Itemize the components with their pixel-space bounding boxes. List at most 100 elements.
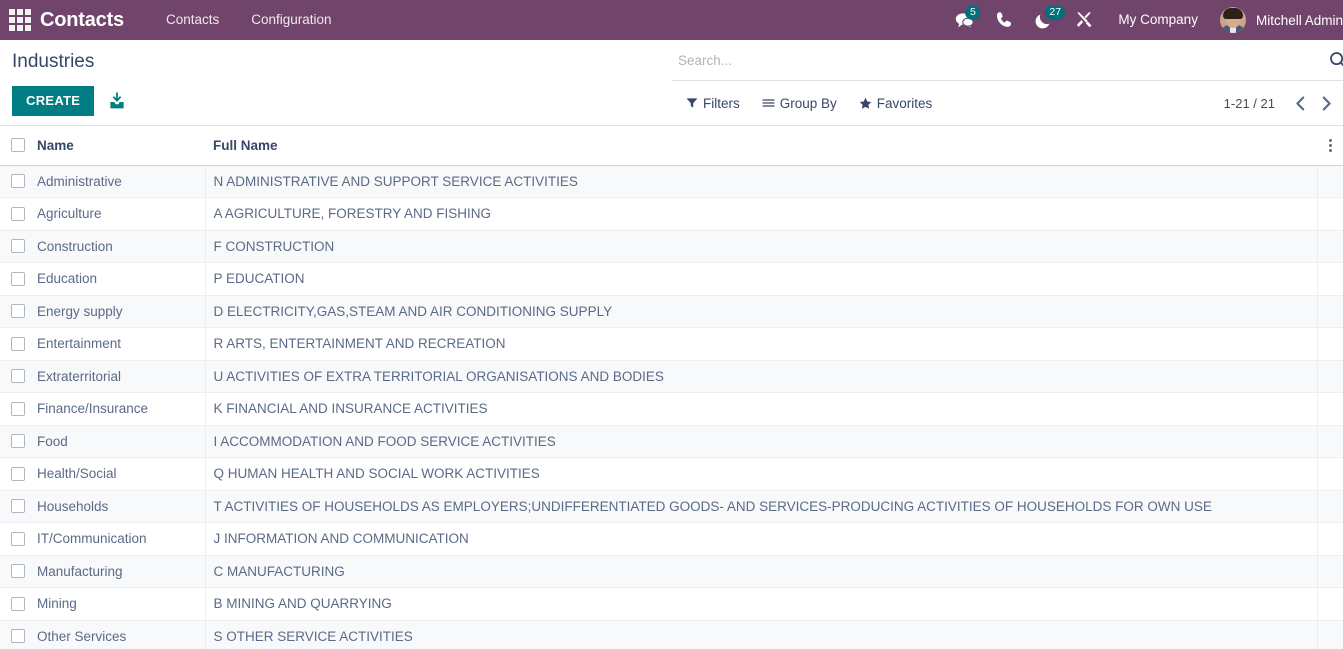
table-row[interactable]: Mining B MINING AND QUARRYING (0, 587, 1343, 621)
cell-name[interactable]: Administrative (37, 165, 206, 198)
control-panel-left: Industries CREATE (12, 40, 127, 116)
user-menu[interactable]: Mitchell Admin (1212, 7, 1343, 33)
table-row[interactable]: Energy supply D ELECTRICITY,GAS,STEAM AND… (0, 295, 1343, 328)
cell-full-name[interactable]: F CONSTRUCTION (205, 230, 1318, 263)
table-row[interactable]: IT/Communication J INFORMATION AND COMMUN… (0, 522, 1343, 556)
cell-spacer (1317, 360, 1343, 393)
row-checkbox[interactable] (11, 271, 25, 286)
app-brand-contacts[interactable]: Contacts (40, 9, 124, 32)
table-row[interactable]: Construction F CONSTRUCTION (0, 230, 1343, 263)
create-button[interactable]: CREATE (12, 86, 95, 116)
cell-full-name[interactable]: I ACCOMMODATION AND FOOD SERVICE ACTIVIT… (205, 425, 1318, 458)
search-input[interactable] (676, 52, 1329, 68)
menu-contacts[interactable]: Contacts (150, 0, 235, 40)
user-name: Mitchell Admin (1255, 12, 1343, 28)
import-icon[interactable] (108, 92, 127, 111)
messages-icon[interactable]: 5 (944, 0, 984, 40)
row-checkbox[interactable] (11, 434, 25, 449)
table-row[interactable]: Finance/Insurance K FINANCIAL AND INSURAN… (0, 392, 1343, 426)
cell-name[interactable]: Manufacturing (37, 555, 206, 588)
row-select-cell (0, 522, 37, 556)
table-row[interactable]: Administrative N ADMINISTRATIVE AND SUPPO… (0, 165, 1343, 198)
row-checkbox[interactable] (11, 531, 25, 546)
cell-full-name[interactable]: B MINING AND QUARRYING (205, 587, 1318, 621)
row-checkbox[interactable] (11, 369, 25, 384)
cell-full-name[interactable]: Q HUMAN HEALTH AND SOCIAL WORK ACTIVITIE… (205, 457, 1318, 491)
row-checkbox[interactable] (11, 174, 25, 189)
row-checkbox[interactable] (11, 629, 25, 644)
row-select-cell (0, 262, 37, 296)
pager-value[interactable]: 1-21 / 21 (1224, 96, 1275, 111)
table-row[interactable]: Education P EDUCATION (0, 262, 1343, 296)
column-header-full-name[interactable]: Full Name (205, 126, 1317, 166)
cell-name[interactable]: Other Services (37, 620, 206, 649)
pager-next-button[interactable] (1313, 90, 1339, 116)
cell-full-name[interactable]: K FINANCIAL AND INSURANCE ACTIVITIES (205, 392, 1318, 426)
cell-name[interactable]: Entertainment (37, 327, 206, 361)
cell-name[interactable]: Construction (37, 230, 206, 263)
table-row[interactable]: Households T ACTIVITIES OF HOUSEHOLDS AS … (0, 490, 1343, 523)
row-checkbox[interactable] (11, 401, 25, 416)
breadcrumb: Industries (12, 51, 95, 72)
cell-name[interactable]: Energy supply (37, 295, 206, 328)
favorites-button[interactable]: Favorites (859, 96, 932, 111)
activities-badge: 27 (1045, 5, 1066, 20)
table-row[interactable]: Other Services S OTHER SERVICE ACTIVITIES (0, 620, 1343, 649)
cell-full-name[interactable]: J INFORMATION AND COMMUNICATION (205, 522, 1318, 556)
row-checkbox[interactable] (11, 239, 25, 254)
select-all-checkbox[interactable] (11, 138, 25, 153)
cell-full-name[interactable]: A AGRICULTURE, FORESTRY AND FISHING (205, 197, 1318, 231)
cell-name[interactable]: IT/Communication (37, 522, 206, 556)
cell-name[interactable]: Mining (37, 587, 206, 621)
cell-full-name[interactable]: C MANUFACTURING (205, 555, 1318, 588)
cell-name[interactable]: Food (37, 425, 206, 458)
table-row[interactable]: Entertainment R ARTS, ENTERTAINMENT AND R… (0, 327, 1343, 361)
row-checkbox[interactable] (11, 499, 25, 514)
table-row[interactable]: Extraterritorial U ACTIVITIES OF EXTRA TE… (0, 360, 1343, 393)
cell-full-name[interactable]: D ELECTRICITY,GAS,STEAM AND AIR CONDITIO… (205, 295, 1318, 328)
cell-full-name[interactable]: S OTHER SERVICE ACTIVITIES (205, 620, 1318, 649)
pager-previous-button[interactable] (1287, 90, 1313, 116)
row-checkbox[interactable] (11, 466, 25, 481)
table-row[interactable]: Food I ACCOMMODATION AND FOOD SERVICE ACT… (0, 425, 1343, 458)
cell-full-name[interactable]: R ARTS, ENTERTAINMENT AND RECREATION (205, 327, 1318, 361)
row-select-cell (0, 230, 37, 263)
row-select-cell (0, 490, 37, 523)
pager: 1-21 / 21 (1224, 90, 1343, 116)
row-checkbox[interactable] (11, 564, 25, 579)
cell-full-name[interactable]: T ACTIVITIES OF HOUSEHOLDS AS EMPLOYERS;… (205, 490, 1318, 523)
cell-full-name[interactable]: P EDUCATION (205, 262, 1318, 296)
select-all-header (0, 126, 37, 166)
vertical-dots-icon[interactable] (1317, 138, 1343, 152)
row-select-cell (0, 587, 37, 621)
row-checkbox[interactable] (11, 596, 25, 611)
column-header-name[interactable]: Name (37, 126, 205, 166)
cell-name[interactable]: Households (37, 490, 206, 523)
row-checkbox[interactable] (11, 304, 25, 319)
filters-button[interactable]: Filters (686, 96, 740, 111)
apps-grid-icon[interactable] (6, 6, 34, 34)
row-select-cell (0, 360, 37, 393)
phone-icon[interactable] (984, 0, 1024, 40)
table-row[interactable]: Health/Social Q HUMAN HEALTH AND SOCIAL W… (0, 457, 1343, 491)
cell-full-name[interactable]: U ACTIVITIES OF EXTRA TERRITORIAL ORGANI… (205, 360, 1318, 393)
table-row[interactable]: Agriculture A AGRICULTURE, FORESTRY AND F… (0, 197, 1343, 231)
menu-configuration[interactable]: Configuration (235, 0, 347, 40)
search-icon[interactable] (1329, 51, 1343, 69)
developer-tools-icon[interactable] (1064, 0, 1104, 40)
cell-name[interactable]: Health/Social (37, 457, 206, 491)
row-checkbox[interactable] (11, 206, 25, 221)
row-checkbox[interactable] (11, 336, 25, 351)
cell-full-name[interactable]: N ADMINISTRATIVE AND SUPPORT SERVICE ACT… (205, 165, 1318, 198)
row-select-cell (0, 457, 37, 491)
cell-name[interactable]: Finance/Insurance (37, 392, 206, 426)
group-by-button[interactable]: Group By (762, 96, 837, 111)
activities-icon[interactable]: 27 (1024, 0, 1066, 40)
cell-spacer (1317, 262, 1343, 296)
cell-name[interactable]: Education (37, 262, 206, 296)
table-row[interactable]: Manufacturing C MANUFACTURING (0, 555, 1343, 588)
cell-name[interactable]: Agriculture (37, 197, 206, 231)
cell-name[interactable]: Extraterritorial (37, 360, 206, 393)
company-switcher[interactable]: My Company (1104, 0, 1212, 40)
cell-spacer (1317, 522, 1343, 556)
